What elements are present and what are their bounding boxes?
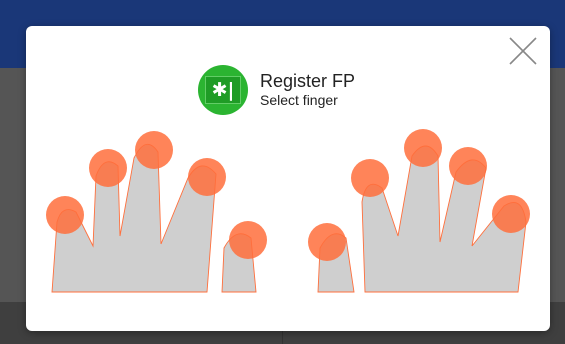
right-hand xyxy=(308,129,530,293)
right-middle-finger-dot[interactable] xyxy=(404,129,442,167)
left-ring-finger-dot[interactable] xyxy=(89,149,127,187)
right-little-finger-dot[interactable] xyxy=(492,195,530,233)
left-middle-finger-dot[interactable] xyxy=(135,131,173,169)
register-fp-dialog: ✱| Register FP Select finger xyxy=(26,26,550,331)
left-index-finger-dot[interactable] xyxy=(188,158,226,196)
right-ring-finger-dot[interactable] xyxy=(449,147,487,185)
right-thumb-dot[interactable] xyxy=(308,223,346,261)
left-little-finger-dot[interactable] xyxy=(46,196,84,234)
right-index-finger-dot[interactable] xyxy=(351,159,389,197)
left-hand xyxy=(46,131,267,293)
left-thumb-dot[interactable] xyxy=(229,221,267,259)
hands-illustration xyxy=(46,129,530,293)
